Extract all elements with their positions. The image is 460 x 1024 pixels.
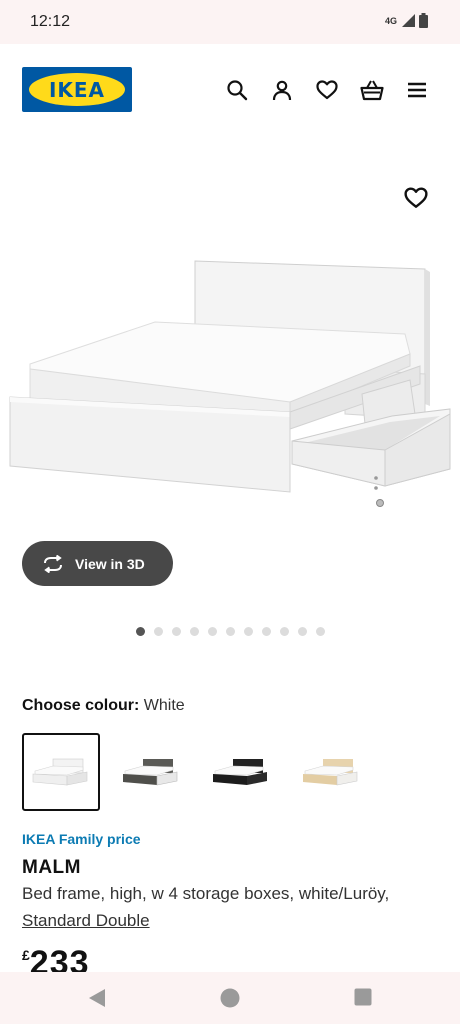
swatch-white[interactable]	[22, 733, 100, 811]
pagination-dot[interactable]	[172, 627, 181, 636]
product-name: MALM	[22, 857, 81, 878]
pagination-dot[interactable]	[262, 627, 271, 636]
back-icon[interactable]	[88, 988, 106, 1008]
basket-icon[interactable]	[359, 77, 385, 103]
logo-text: IKEA	[48, 77, 106, 102]
recents-icon[interactable]	[354, 988, 372, 1006]
ikea-family-price-label: IKEA Family price	[22, 831, 141, 847]
pagination-dot[interactable]	[298, 627, 307, 636]
pagination-dot[interactable]	[244, 627, 253, 636]
price-value: 233	[29, 944, 90, 972]
pagination-dot[interactable]	[136, 627, 145, 636]
pagination-dot[interactable]	[208, 627, 217, 636]
selected-colour: White	[143, 697, 185, 714]
pagination-dot[interactable]	[190, 627, 199, 636]
ikea-logo[interactable]: IKEA	[22, 67, 132, 112]
pagination-dot[interactable]	[154, 627, 163, 636]
bed-black-thumbnail	[213, 759, 267, 785]
swatch-oak[interactable]	[292, 733, 370, 811]
site-header: IKEA	[0, 44, 460, 136]
swatch-black[interactable]	[202, 733, 280, 811]
search-icon[interactable]	[224, 77, 250, 103]
bed-blackbrown-thumbnail	[123, 759, 178, 786]
system-nav-bar	[0, 972, 460, 1024]
choose-colour-label: Choose colour:	[22, 697, 140, 714]
signal-icon	[402, 14, 415, 27]
product-image	[9, 260, 451, 507]
battery-icon	[419, 13, 428, 28]
heart-icon[interactable]	[314, 77, 340, 103]
pagination-dot[interactable]	[280, 627, 289, 636]
bed-white-thumbnail	[32, 758, 88, 786]
view-in-3d-label: View in 3D	[75, 555, 145, 572]
price-currency: £	[22, 947, 30, 963]
product-size-link[interactable]: Standard Double	[22, 911, 150, 931]
product-price: £233	[22, 944, 90, 972]
person-icon[interactable]	[269, 77, 295, 103]
bed-oak-thumbnail	[303, 759, 358, 786]
logo-oval: IKEA	[29, 73, 125, 106]
colour-swatches	[22, 733, 370, 811]
add-to-favourites-button[interactable]	[402, 184, 430, 212]
pagination-dot[interactable]	[316, 627, 325, 636]
view-in-3d-button[interactable]: View in 3D	[22, 541, 173, 586]
status-icons: 4G	[385, 13, 428, 28]
status-time: 12:12	[30, 13, 71, 30]
status-bar: 12:12 4G	[0, 0, 460, 44]
colour-selector-label: Choose colour: White	[22, 697, 185, 715]
swatch-black-brown[interactable]	[112, 733, 190, 811]
menu-icon[interactable]	[404, 77, 430, 103]
rotate-3d-icon	[44, 554, 62, 573]
header-actions	[224, 77, 430, 103]
product-gallery[interactable]: View in 3D	[0, 136, 460, 676]
gallery-pagination	[136, 627, 325, 636]
pagination-dot[interactable]	[226, 627, 235, 636]
heart-icon	[404, 187, 428, 208]
home-icon[interactable]	[220, 988, 240, 1008]
product-description: Bed frame, high, w 4 storage boxes, whit…	[22, 884, 390, 903]
network-label: 4G	[384, 15, 397, 26]
